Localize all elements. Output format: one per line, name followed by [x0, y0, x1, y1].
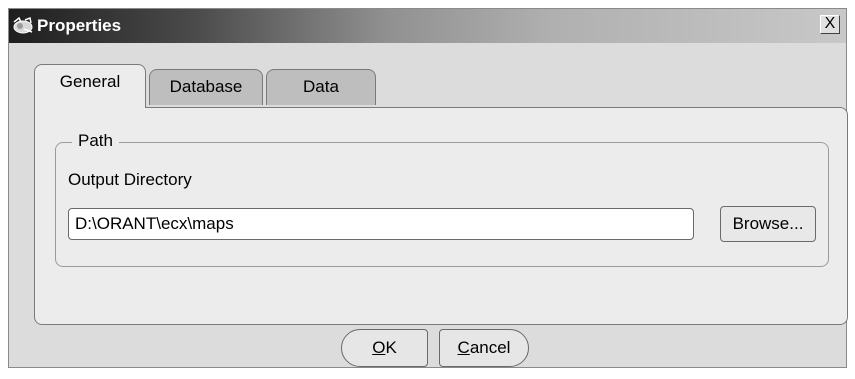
close-icon: X — [824, 15, 836, 32]
path-group: Path Output Directory Browse... — [55, 131, 829, 267]
tab-general[interactable]: General — [34, 64, 146, 108]
tab-database[interactable]: Database — [149, 69, 263, 105]
properties-dialog: Properties X General Database Data Path … — [8, 8, 848, 368]
properties-app-icon — [12, 16, 34, 36]
output-directory-label: Output Directory — [68, 170, 192, 189]
ok-mnemonic: O — [372, 338, 386, 357]
tab-general-label: General — [59, 72, 121, 91]
cancel-mnemonic: C — [457, 338, 470, 357]
ok-button[interactable]: OK — [341, 329, 428, 367]
cancel-label-rest: ancel — [469, 338, 511, 357]
browse-button[interactable]: Browse... — [720, 206, 816, 242]
general-tab-panel: Path Output Directory Browse... — [34, 107, 848, 325]
title-bar[interactable]: Properties X — [9, 9, 846, 43]
tab-database-label: Database — [169, 77, 243, 96]
window-title: Properties — [37, 16, 122, 35]
tab-data-label: Data — [303, 77, 339, 96]
path-group-label: Path — [72, 131, 119, 151]
ok-label-rest: K — [385, 338, 397, 357]
output-directory-input[interactable] — [68, 208, 694, 240]
cancel-button[interactable]: Cancel — [439, 329, 529, 367]
close-button[interactable]: X — [820, 15, 840, 34]
tab-data[interactable]: Data — [266, 69, 376, 105]
